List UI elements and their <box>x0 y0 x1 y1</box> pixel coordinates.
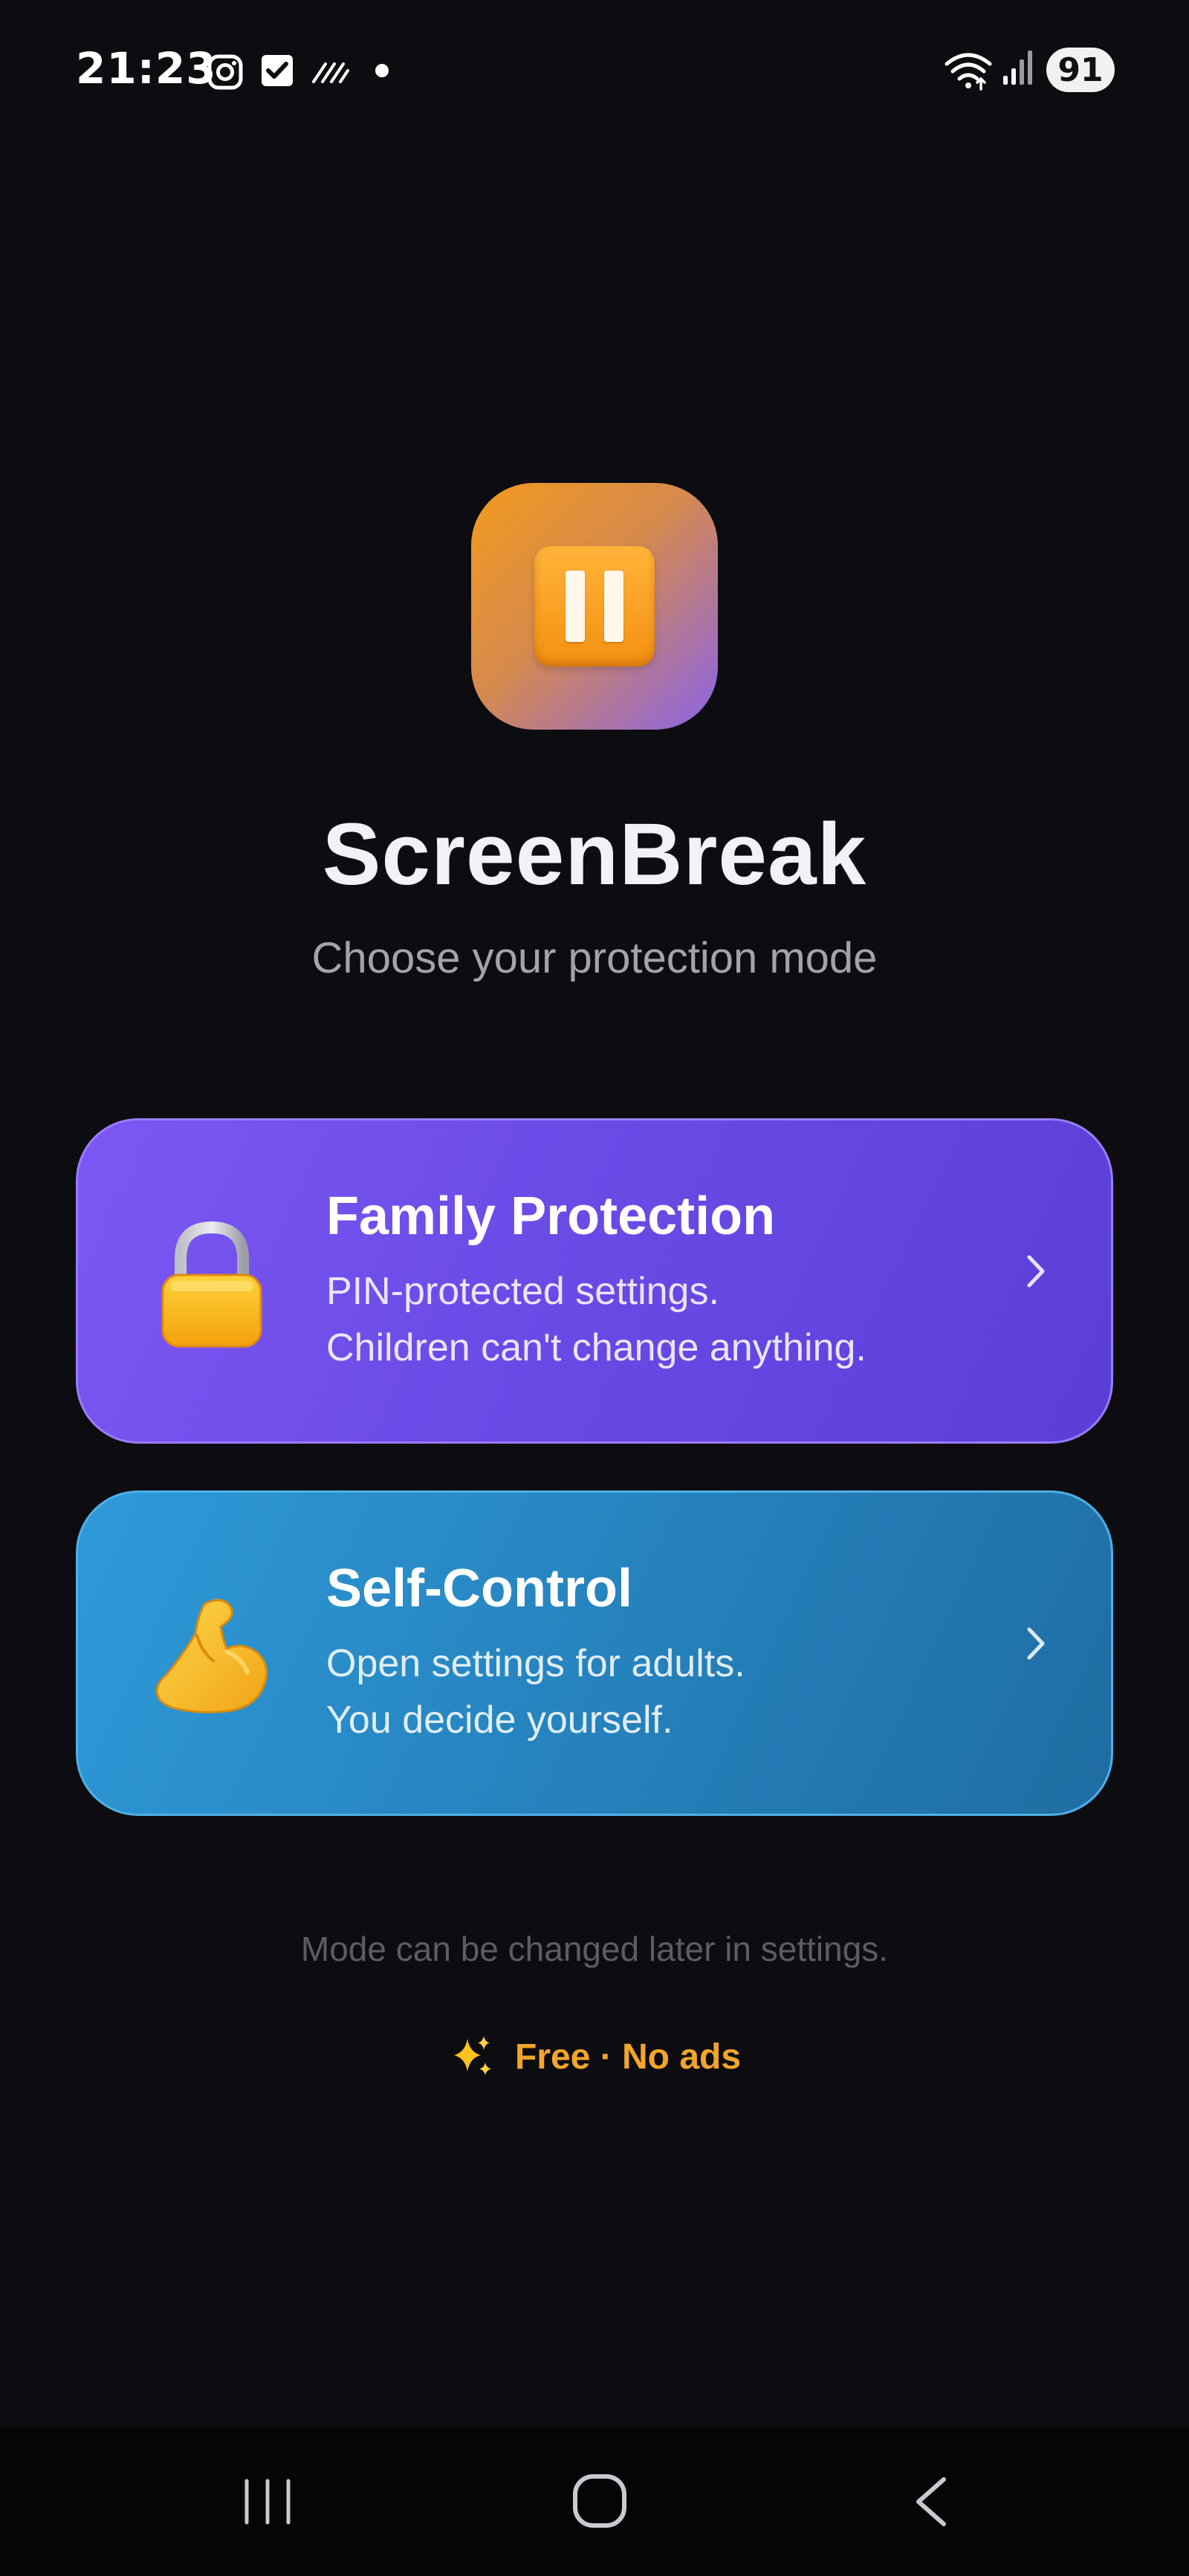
family-protection-desc-line1: PIN-protected settings. <box>326 1270 719 1313</box>
status-time: 21:23 <box>76 43 217 94</box>
sparkles-icon <box>453 2036 491 2075</box>
hatch-icon <box>312 62 349 83</box>
free-no-ads-line: Free · No ads <box>0 2033 1189 2080</box>
family-protection-desc-line2: Children can't change anything. <box>326 1326 866 1369</box>
chevron-right-icon <box>1027 1255 1045 1288</box>
self-control-desc-line1: Open settings for adults. <box>326 1642 745 1685</box>
family-protection-card[interactable]: Family Protection PIN-protected settings… <box>76 1118 1113 1444</box>
self-control-title: Self-Control <box>326 1559 632 1618</box>
mode-change-note: Mode can be changed later in settings. <box>300 1930 889 1968</box>
recents-icon[interactable] <box>239 2475 296 2528</box>
pause-icon <box>534 546 655 666</box>
checkbox-icon <box>262 55 293 86</box>
dot-icon <box>375 64 389 77</box>
lock-icon <box>161 1221 262 1348</box>
signal-icon <box>1003 51 1032 85</box>
chevron-right-icon <box>1027 1627 1045 1660</box>
status-bar: 21:23 91 <box>0 0 1189 141</box>
app-subtitle: Choose your protection mode <box>311 934 878 982</box>
self-control-desc-line2: You decide yourself. <box>326 1699 673 1742</box>
wifi-icon <box>945 53 992 91</box>
home-icon[interactable] <box>571 2472 629 2530</box>
back-icon[interactable] <box>908 2473 953 2530</box>
app-logo <box>471 483 718 730</box>
instagram-icon <box>207 54 243 90</box>
self-control-card[interactable]: Self-Control Open settings for adults. Y… <box>76 1490 1113 1816</box>
family-protection-title: Family Protection <box>326 1187 776 1246</box>
app-title: ScreenBreak <box>322 805 867 903</box>
free-no-ads-text: Free · No ads <box>514 2037 742 2077</box>
navigation-bar <box>0 2427 1189 2576</box>
battery-indicator: 91 <box>1046 48 1115 92</box>
flexed-biceps-icon <box>155 1599 268 1713</box>
